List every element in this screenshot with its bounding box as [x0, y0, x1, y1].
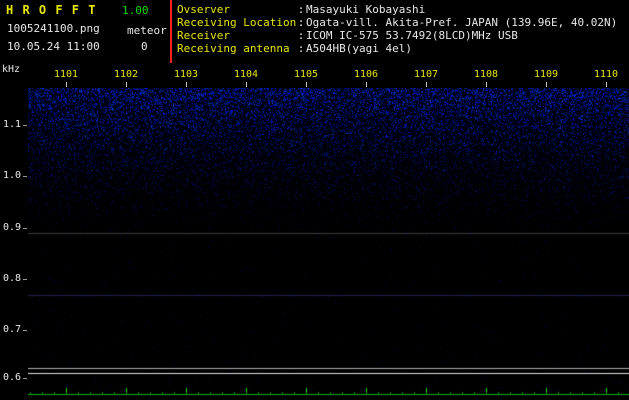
x-tick-mark	[186, 82, 187, 87]
x-tick-mark	[606, 82, 607, 87]
x-tick-label: 1109	[533, 69, 559, 80]
info-label: Receiving Location	[177, 16, 297, 29]
x-tick-label: 1105	[293, 69, 319, 80]
x-tick-label: 1108	[473, 69, 499, 80]
y-tick-mark	[23, 228, 27, 229]
info-value: A504HB(yagi 4el)	[306, 42, 412, 55]
info-separator: :	[297, 3, 305, 16]
x-tick-label: 1106	[353, 69, 379, 80]
y-tick-mark	[23, 125, 27, 126]
y-tick-mark	[23, 378, 27, 379]
y-tick-label: 0.6	[3, 372, 22, 383]
x-tick-label: 1107	[413, 69, 439, 80]
y-tick-label: 1.0	[3, 170, 22, 181]
datetime-label: 10.05.24 11:00	[7, 40, 100, 53]
x-tick-label: 1103	[173, 69, 199, 80]
info-row: Receiving antenna : A504HB(yagi 4el)	[177, 42, 627, 55]
info-separator: :	[297, 42, 305, 55]
y-tick-mark	[23, 330, 27, 331]
header-divider	[170, 0, 172, 63]
x-tick-mark	[306, 82, 307, 87]
mode-label: meteor	[127, 24, 167, 37]
info-row: Ovserver : Masayuki Kobayashi	[177, 3, 627, 16]
x-tick-label: 1101	[53, 69, 79, 80]
info-value: Ogata-vill. Akita-Pref. JAPAN (139.96E, …	[306, 16, 618, 29]
y-tick-label: 1.1	[3, 119, 22, 130]
x-tick-mark	[546, 82, 547, 87]
output-filename: 1005241100.png	[7, 22, 100, 35]
x-tick-mark	[66, 82, 67, 87]
app-version: 1.00	[122, 4, 149, 17]
x-tick-mark	[366, 82, 367, 87]
spectrogram-canvas	[28, 88, 629, 400]
x-tick-mark	[246, 82, 247, 87]
y-axis-unit: kHz	[2, 64, 21, 75]
hrofft-screen: H R O F F T 1.00 1005241100.png meteor 1…	[0, 0, 629, 400]
y-tick-label: 0.7	[3, 324, 22, 335]
y-tick-mark	[23, 176, 27, 177]
info-row: Receiver : ICOM IC-575 53.7492(8LCD)MHz …	[177, 29, 627, 42]
x-tick-label: 1102	[113, 69, 139, 80]
x-tick-label: 1110	[593, 69, 619, 80]
meteor-count: 0	[141, 40, 148, 53]
x-tick-mark	[486, 82, 487, 87]
y-tick-label: 0.8	[3, 273, 22, 284]
info-value: ICOM IC-575 53.7492(8LCD)MHz USB	[306, 29, 518, 42]
info-separator: :	[297, 29, 305, 42]
observer-info: Ovserver : Masayuki Kobayashi Receiving …	[177, 3, 627, 55]
info-label: Receiving antenna	[177, 42, 290, 55]
info-row: Receiving Location : Ogata-vill. Akita-P…	[177, 16, 627, 29]
y-tick-mark	[23, 279, 27, 280]
app-title: H R O F F T	[6, 3, 97, 17]
info-value: Masayuki Kobayashi	[306, 3, 426, 16]
info-label: Receiver	[177, 29, 230, 42]
info-label: Ovserver	[177, 3, 230, 16]
info-separator: :	[297, 16, 305, 29]
x-tick-label: 1104	[233, 69, 259, 80]
y-tick-label: 0.9	[3, 222, 22, 233]
x-tick-mark	[426, 82, 427, 87]
x-tick-mark	[126, 82, 127, 87]
